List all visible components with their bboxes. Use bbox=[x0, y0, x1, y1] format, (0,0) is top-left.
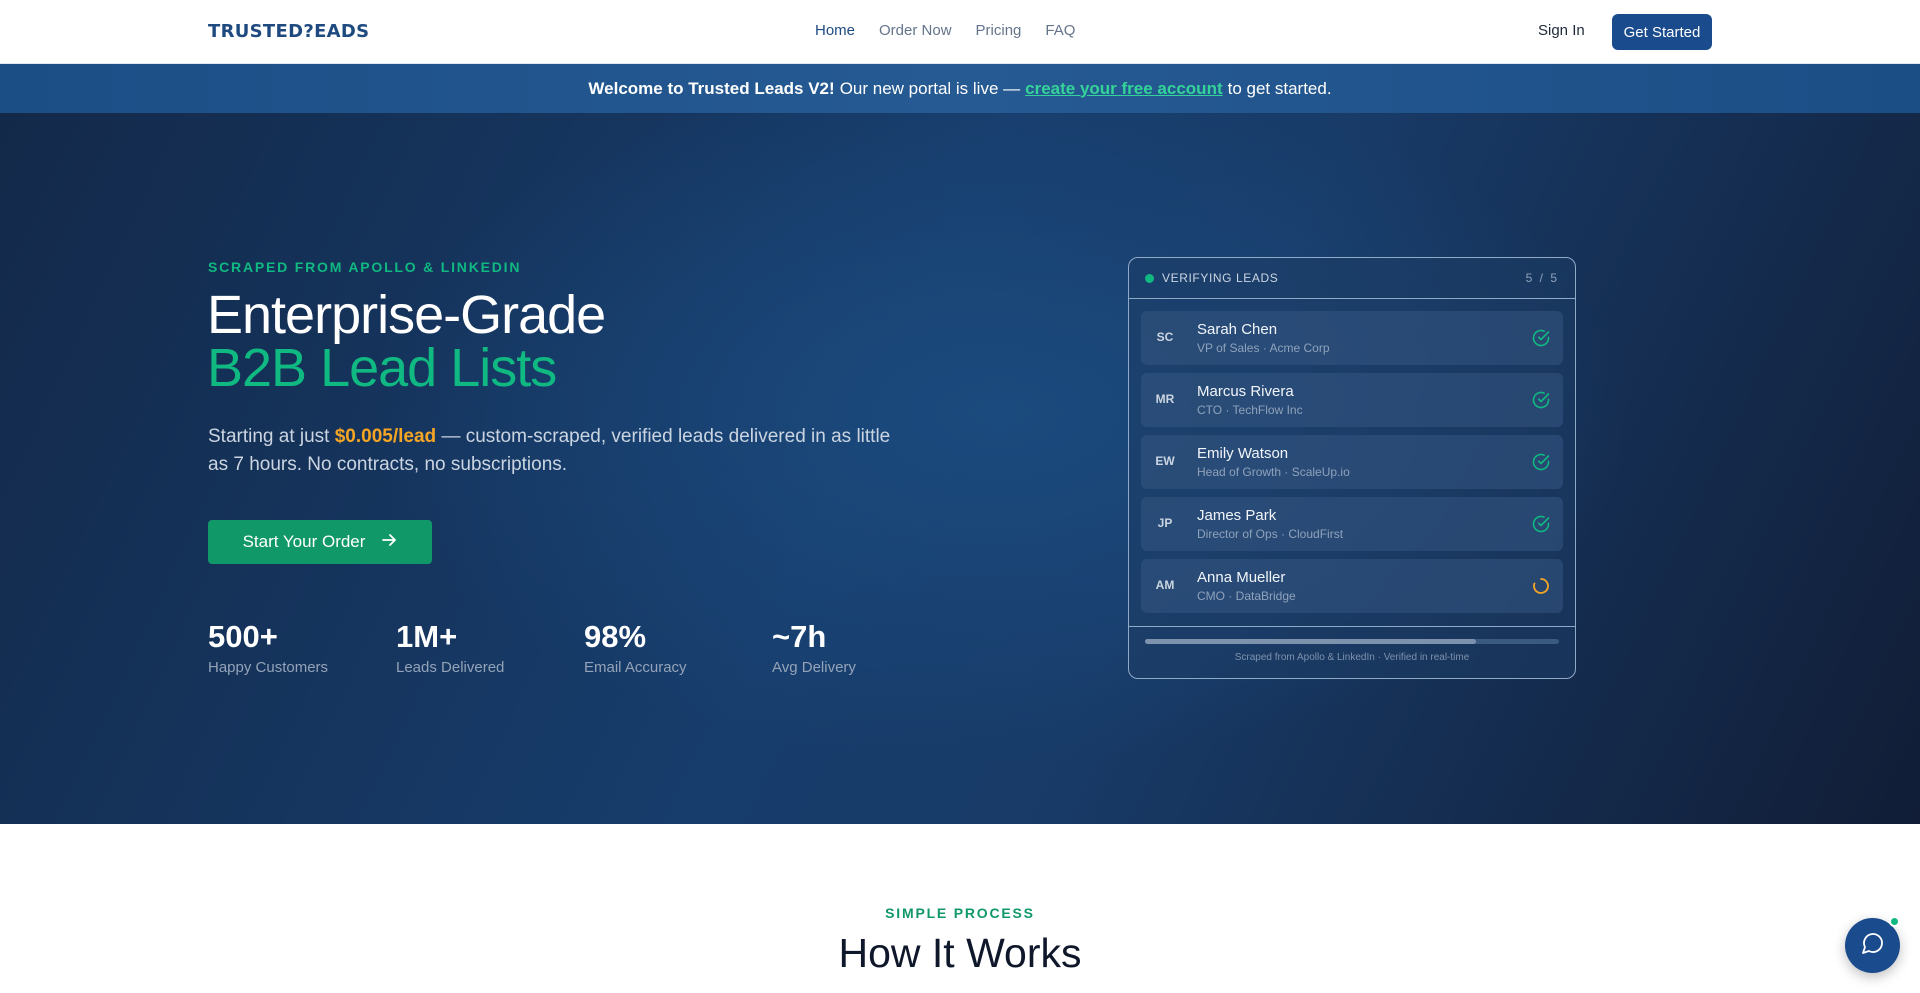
lead-meta: CTO · TechFlow Inc bbox=[1197, 403, 1303, 417]
stat-label: Avg Delivery bbox=[772, 659, 856, 676]
lead-name: Sarah Chen bbox=[1197, 321, 1278, 338]
progress-fill bbox=[1145, 639, 1477, 644]
cta-label: Start Your Order bbox=[242, 532, 366, 551]
card-footer: Scraped from Apollo & LinkedIn · Verifie… bbox=[1129, 626, 1575, 678]
card-header: VERIFYING LEADS 5 / 5 bbox=[1129, 258, 1575, 299]
nav-links: Home Order Now Pricing FAQ bbox=[815, 22, 1075, 39]
arrow-right-icon bbox=[381, 532, 397, 553]
check-circle-icon bbox=[1531, 452, 1551, 472]
nav-link-order-now[interactable]: Order Now bbox=[879, 22, 952, 39]
hero-headline-accent: B2B Lead Lists bbox=[207, 338, 557, 398]
lead-name: Marcus Rivera bbox=[1197, 383, 1294, 400]
hero-headline: Enterprise-Grade bbox=[207, 285, 606, 345]
live-status-dot-icon bbox=[1145, 273, 1154, 283]
stat-accuracy: 98% Email Accuracy bbox=[584, 619, 687, 676]
start-order-button[interactable]: Start Your Order bbox=[208, 520, 432, 564]
lead-list: SC Sarah Chen VP of Sales · Acme Corp MR… bbox=[1129, 299, 1575, 613]
spinner-icon bbox=[1531, 576, 1551, 596]
lead-name: James Park bbox=[1197, 507, 1277, 524]
stat-customers: 500+ Happy Customers bbox=[208, 619, 328, 676]
price-highlight: $0.005/lead bbox=[334, 426, 437, 447]
nav-link-pricing[interactable]: Pricing bbox=[976, 22, 1022, 39]
verifying-leads-card: VERIFYING LEADS 5 / 5 SC Sarah Chen VP o… bbox=[1128, 257, 1576, 679]
online-status-dot-icon bbox=[1889, 916, 1900, 927]
avatar: EW bbox=[1155, 454, 1175, 468]
logo[interactable]: TRUSTED?EADS bbox=[208, 21, 369, 42]
subtitle-prefix: Starting at just bbox=[208, 426, 330, 447]
section-eyebrow: SIMPLE PROCESS bbox=[885, 905, 1035, 921]
banner-text: Our new portal is live — bbox=[839, 78, 1021, 98]
avatar: MR bbox=[1155, 392, 1175, 406]
banner-signup-link[interactable]: create your free account bbox=[1025, 79, 1222, 99]
get-started-button[interactable]: Get Started bbox=[1612, 14, 1712, 50]
sign-in-link[interactable]: Sign In bbox=[1538, 22, 1585, 39]
hero-eyebrow: SCRAPED FROM APOLLO & LINKEDIN bbox=[208, 259, 522, 275]
avatar: AM bbox=[1155, 578, 1175, 592]
announcement-banner: Welcome to Trusted Leads V2! Our new por… bbox=[0, 64, 1920, 113]
lead-meta: CMO · DataBridge bbox=[1197, 589, 1296, 603]
lead-row: EW Emily Watson Head of Growth · ScaleUp… bbox=[1141, 435, 1563, 489]
stat-value: 1M+ bbox=[396, 619, 458, 654]
check-circle-icon bbox=[1531, 390, 1551, 410]
stat-value: 98% bbox=[584, 619, 647, 654]
stat-delivery: ~7h Avg Delivery bbox=[772, 619, 856, 676]
lead-meta: VP of Sales · Acme Corp bbox=[1197, 341, 1330, 355]
lead-row: SC Sarah Chen VP of Sales · Acme Corp bbox=[1141, 311, 1563, 365]
avatar: JP bbox=[1157, 516, 1173, 530]
lead-meta: Head of Growth · ScaleUp.io bbox=[1197, 465, 1350, 479]
hero-subtitle: Starting at just $0.005/lead — custom-sc… bbox=[208, 423, 898, 479]
card-footer-text: Scraped from Apollo & LinkedIn · Verifie… bbox=[1234, 652, 1470, 663]
stat-label: Leads Delivered bbox=[396, 659, 505, 676]
stat-leads: 1M+ Leads Delivered bbox=[396, 619, 504, 676]
lead-name: Emily Watson bbox=[1197, 445, 1289, 462]
stat-label: Happy Customers bbox=[208, 659, 329, 676]
stat-label: Email Accuracy bbox=[584, 659, 687, 676]
card-title: VERIFYING LEADS bbox=[1162, 271, 1279, 285]
card-count: 5 / 5 bbox=[1525, 271, 1559, 285]
section-title: How It Works bbox=[838, 930, 1082, 976]
verification-progress-bar bbox=[1145, 639, 1559, 644]
avatar: SC bbox=[1156, 330, 1174, 344]
lead-row: AM Anna Mueller CMO · DataBridge bbox=[1141, 559, 1563, 613]
lead-name: Anna Mueller bbox=[1197, 569, 1286, 586]
check-circle-icon bbox=[1531, 514, 1551, 534]
stat-value: ~7h bbox=[772, 619, 827, 654]
check-circle-icon bbox=[1531, 328, 1551, 348]
lead-row: MR Marcus Rivera CTO · TechFlow Inc bbox=[1141, 373, 1563, 427]
chat-bubble-icon bbox=[1861, 931, 1885, 960]
hero-section: SCRAPED FROM APOLLO & LINKEDIN Enterpris… bbox=[0, 113, 1920, 824]
lead-row: JP James Park Director of Ops · CloudFir… bbox=[1141, 497, 1563, 551]
banner-text-end: to get started. bbox=[1227, 78, 1332, 98]
stat-value: 500+ bbox=[208, 619, 278, 654]
nav-link-faq[interactable]: FAQ bbox=[1045, 22, 1075, 39]
banner-bold-text: Welcome to Trusted Leads V2! bbox=[588, 78, 835, 98]
nav-link-home[interactable]: Home bbox=[815, 22, 855, 39]
lead-meta: Director of Ops · CloudFirst bbox=[1197, 527, 1344, 541]
navbar: TRUSTED?EADS Home Order Now Pricing FAQ … bbox=[0, 0, 1920, 64]
